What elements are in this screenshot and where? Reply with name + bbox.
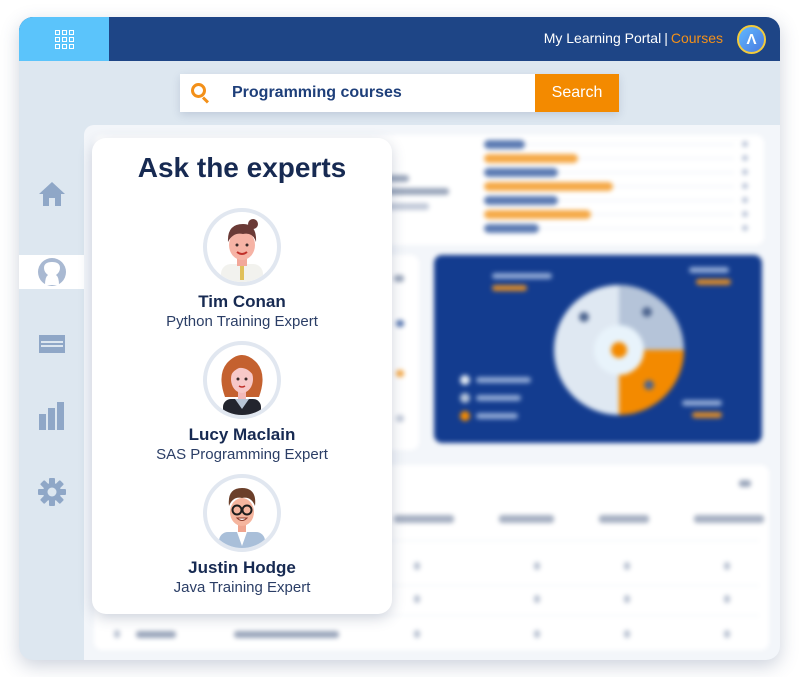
expert-name: Lucy Maclain bbox=[188, 425, 296, 444]
sidebar-item-courses[interactable] bbox=[19, 327, 84, 361]
breadcrumb-courses[interactable]: Courses bbox=[671, 30, 723, 46]
search-bar: Search bbox=[180, 74, 619, 112]
breadcrumb: My Learning Portal | Courses bbox=[544, 30, 723, 46]
legend-ongoing-dot bbox=[460, 393, 470, 403]
top-bar: My Learning Portal | Courses Λ bbox=[19, 17, 780, 61]
search-icon bbox=[191, 83, 211, 104]
bar bbox=[484, 140, 525, 149]
breadcrumb-separator: | bbox=[664, 30, 668, 46]
legend-completed-dot bbox=[460, 375, 470, 385]
bar bbox=[484, 224, 539, 233]
sidebar-item-profile[interactable] bbox=[19, 255, 84, 289]
sidebar-item-settings[interactable] bbox=[19, 475, 84, 509]
status-pie bbox=[554, 285, 684, 415]
portal-title-link[interactable]: My Learning Portal bbox=[544, 30, 662, 46]
gear-icon bbox=[37, 478, 66, 506]
man-glasses-avatar-icon bbox=[219, 488, 265, 548]
pie-center bbox=[611, 342, 627, 358]
bar bbox=[484, 196, 558, 205]
pie-marker-ongoing bbox=[642, 307, 652, 317]
apps-menu-button[interactable] bbox=[19, 17, 109, 61]
expert-role: SAS Programming Expert bbox=[156, 446, 328, 463]
expert-name: Tim Conan bbox=[198, 292, 286, 311]
expert-name: Justin Hodge bbox=[188, 558, 296, 577]
expert-avatar bbox=[203, 474, 281, 552]
pie-marker-completed bbox=[579, 312, 589, 322]
search-field bbox=[180, 74, 535, 112]
expert-card[interactable]: Lucy Maclain SAS Programming Expert bbox=[92, 341, 392, 463]
expert-card[interactable]: Justin Hodge Java Training Expert bbox=[92, 474, 392, 596]
status-pie-card bbox=[434, 255, 762, 443]
sidebar-item-home[interactable] bbox=[19, 177, 84, 211]
bar bbox=[484, 210, 591, 219]
expert-avatar bbox=[203, 208, 281, 286]
ask-experts-panel: Ask the experts Tim Conan Python Trainin… bbox=[92, 138, 392, 614]
avatar-initial: Λ bbox=[746, 31, 757, 48]
sidebar-item-reports[interactable] bbox=[19, 399, 84, 433]
expert-role: Java Training Expert bbox=[173, 579, 311, 596]
panel-title: Ask the experts bbox=[137, 152, 347, 183]
card-icon bbox=[38, 335, 65, 353]
bar-value-marker bbox=[742, 225, 748, 231]
legend-expired-dot bbox=[460, 411, 470, 421]
bar-value-marker bbox=[742, 183, 748, 189]
bar-value-marker bbox=[742, 211, 748, 217]
bar bbox=[484, 154, 578, 163]
expert-role: Python Training Expert bbox=[166, 313, 318, 330]
bar-value-marker bbox=[742, 197, 748, 203]
bar-value-marker bbox=[742, 141, 748, 147]
home-icon bbox=[38, 182, 65, 206]
pie-marker-expired bbox=[644, 380, 654, 390]
sidebar bbox=[19, 125, 84, 660]
bar bbox=[484, 182, 613, 191]
bar-value-marker bbox=[742, 169, 748, 175]
grid-icon bbox=[54, 29, 74, 49]
search-button[interactable]: Search bbox=[535, 74, 619, 112]
expert-avatar bbox=[203, 341, 281, 419]
man-avatar-icon bbox=[221, 219, 263, 282]
woman-avatar-icon bbox=[221, 355, 263, 415]
expert-card[interactable]: Tim Conan Python Training Expert bbox=[92, 208, 392, 330]
bar bbox=[484, 168, 558, 177]
user-avatar-button[interactable]: Λ bbox=[737, 25, 766, 54]
bar-value-marker bbox=[742, 155, 748, 161]
user-icon bbox=[37, 258, 66, 286]
search-input[interactable] bbox=[232, 84, 522, 102]
bar-chart-icon bbox=[38, 402, 64, 430]
